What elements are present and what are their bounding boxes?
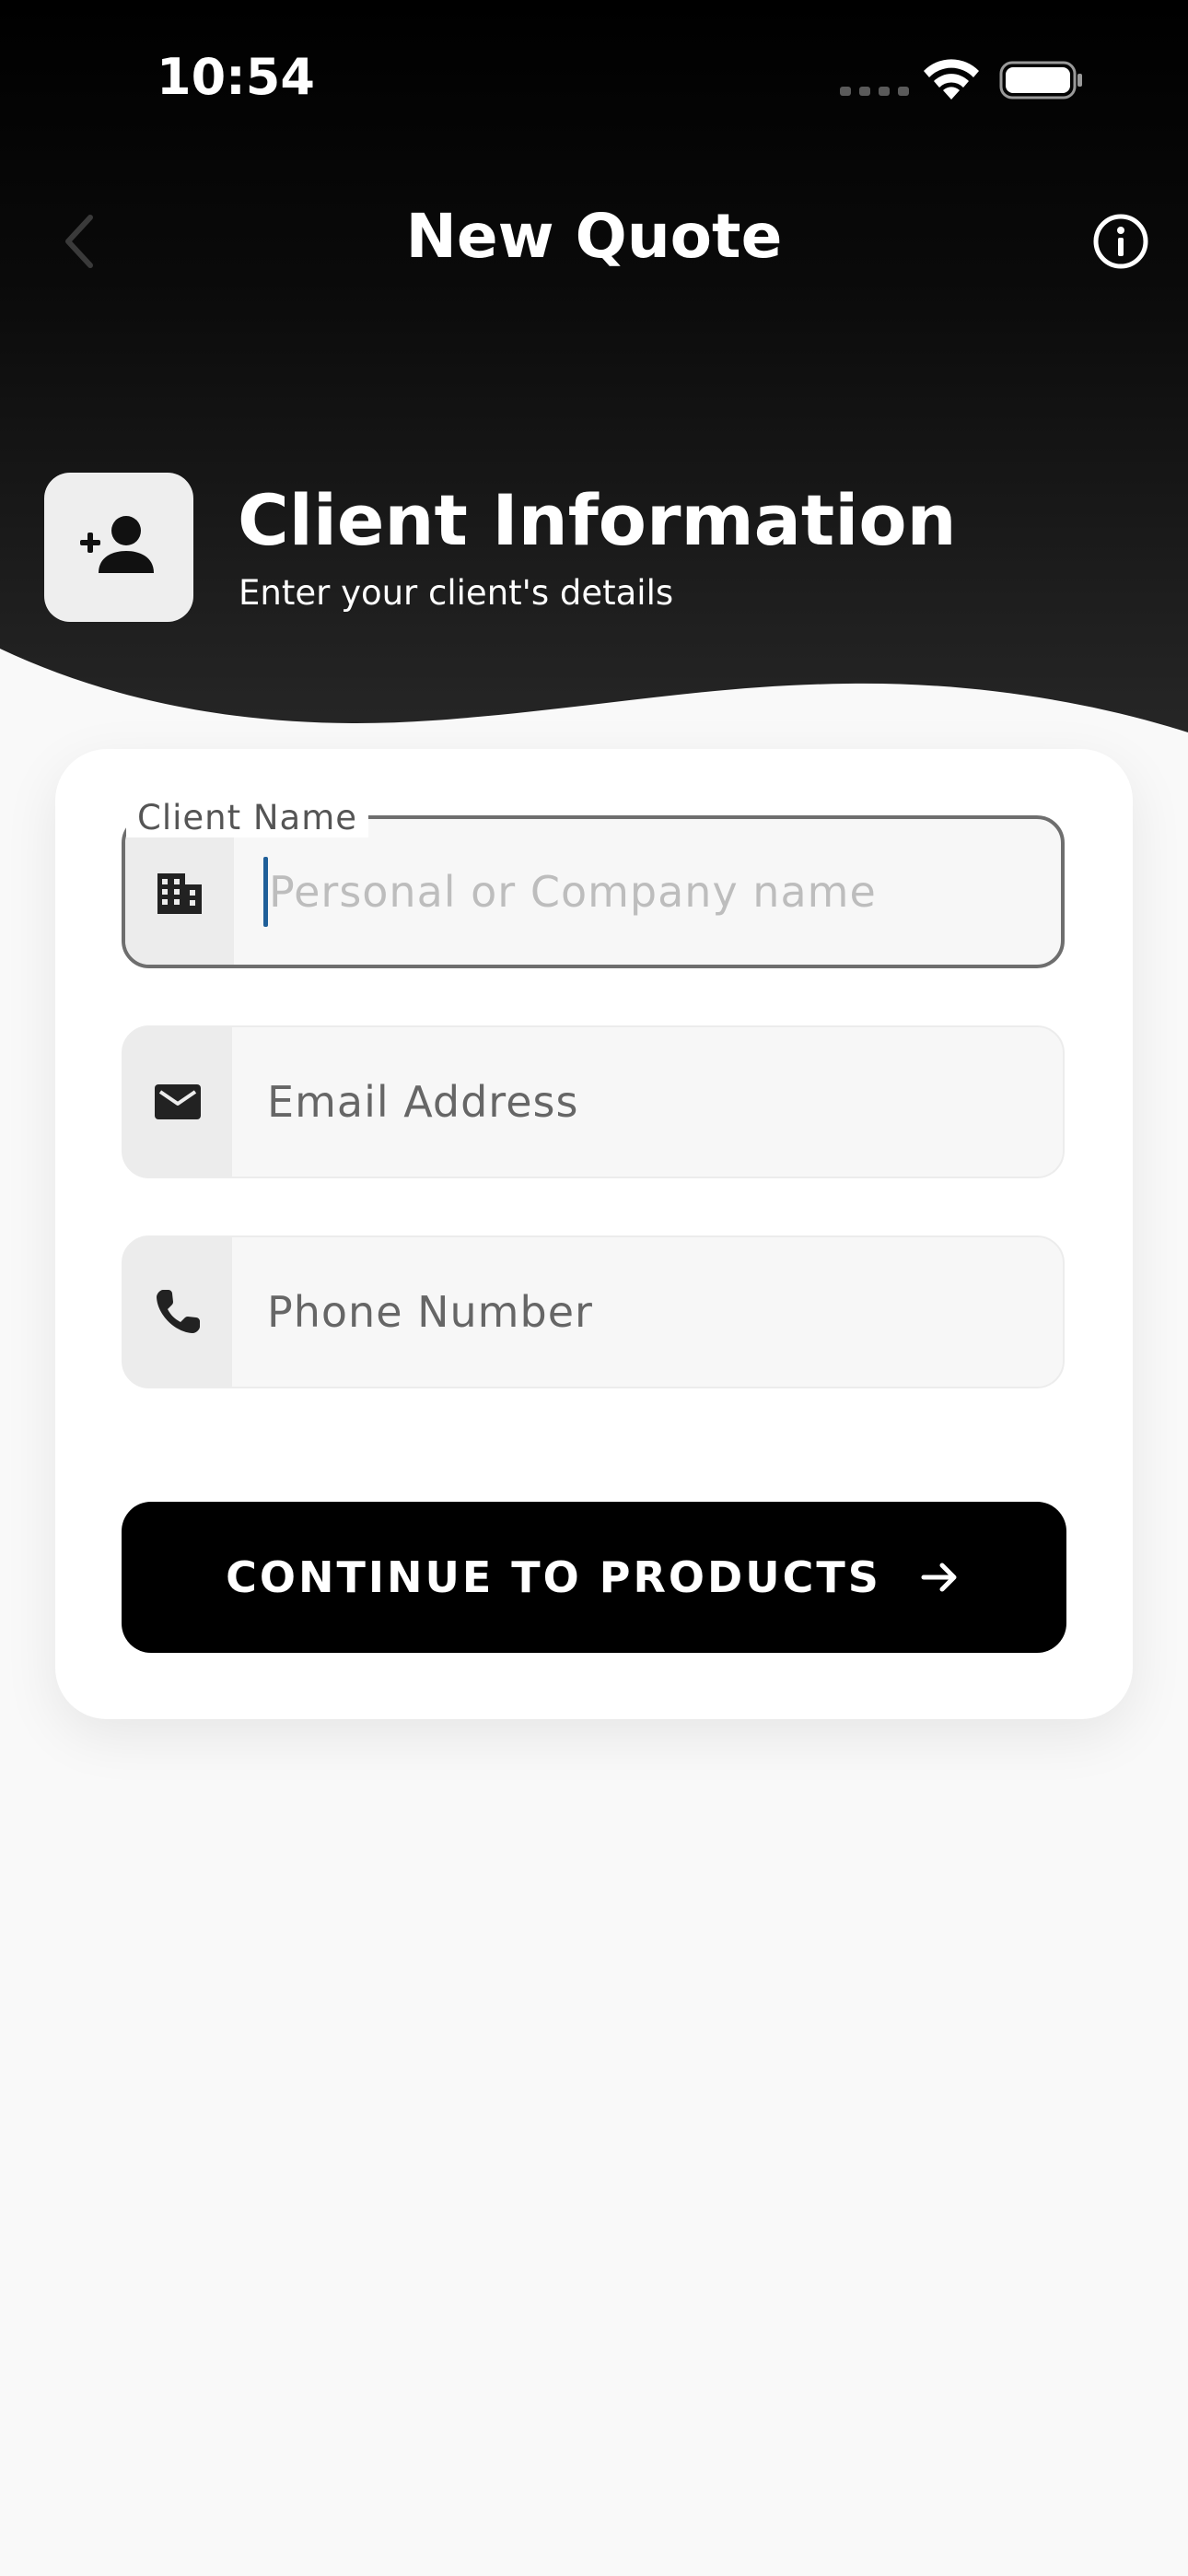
header-background <box>0 0 1188 732</box>
building-icon <box>157 873 202 914</box>
phone-input[interactable] <box>267 1237 1041 1387</box>
mail-icon <box>155 1084 201 1119</box>
wifi-icon <box>924 59 979 100</box>
continue-to-products-button[interactable]: CONTINUE TO PRODUCTS <box>122 1502 1066 1653</box>
section-subtitle: Enter your client's details <box>239 573 674 613</box>
email-field[interactable] <box>122 1025 1065 1178</box>
status-time: 10:54 <box>157 48 315 106</box>
continue-button-label: CONTINUE TO PRODUCTS <box>226 1552 881 1602</box>
section-title: Client Information <box>238 479 957 561</box>
email-input[interactable] <box>267 1027 1041 1177</box>
phone-icon <box>157 1290 200 1333</box>
text-caret <box>263 857 268 927</box>
phone-icon-cell <box>123 1237 232 1387</box>
client-name-icon-cell <box>125 819 234 965</box>
phone-field[interactable] <box>122 1235 1065 1388</box>
client-name-label: Client Name <box>126 798 369 837</box>
section-icon-box <box>44 473 193 622</box>
battery-icon <box>999 61 1082 100</box>
client-name-input[interactable] <box>269 819 1042 965</box>
arrow-right-icon <box>921 1563 957 1592</box>
screen: 10:54 New Quote Client Information Enter… <box>0 0 1188 2576</box>
person-add-icon <box>80 516 154 573</box>
email-icon-cell <box>123 1027 232 1177</box>
info-icon[interactable] <box>1092 213 1149 270</box>
page-title: New Quote <box>405 201 783 272</box>
cellular-signal-icon <box>840 87 909 96</box>
